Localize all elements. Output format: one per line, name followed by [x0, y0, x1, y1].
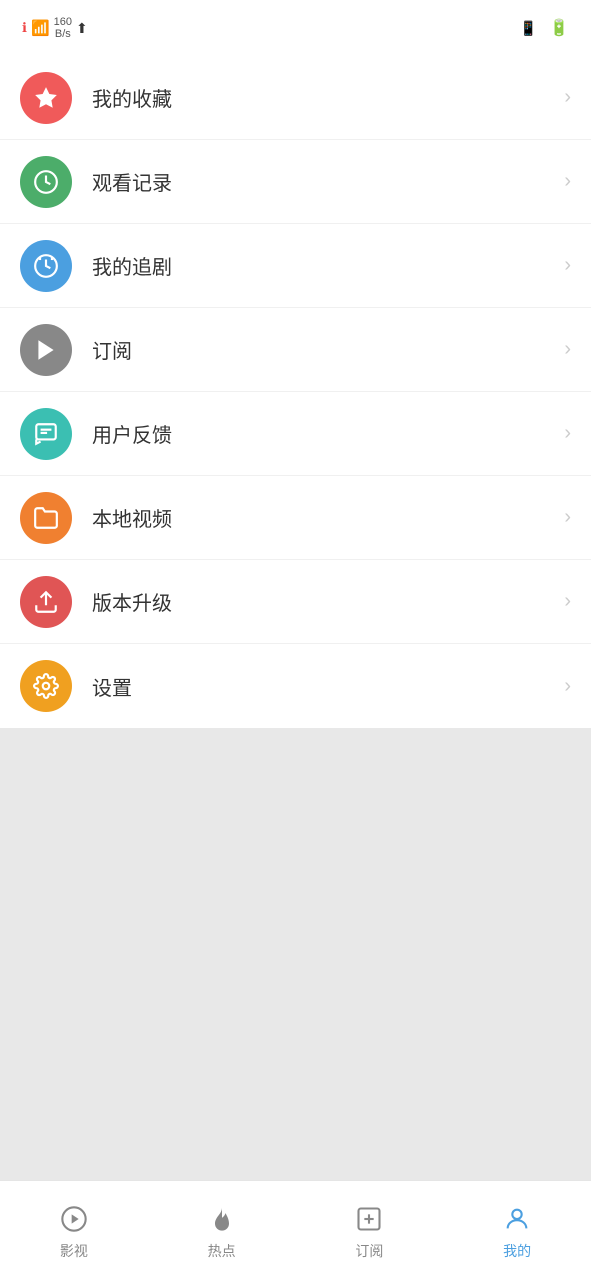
bottom-nav: 影视 热点 订阅 我的 [0, 1180, 591, 1280]
gray-area [0, 728, 591, 1180]
menu-item-history[interactable]: 观看记录 › [0, 140, 591, 224]
status-bar: ℹ 📶 160 B/s ⬆ 📱 🔋 [0, 0, 591, 56]
nav-icon-hot [204, 1201, 240, 1237]
menu-item-favorites[interactable]: 我的收藏 › [0, 56, 591, 140]
menu-label-history: 观看记录 [92, 167, 564, 196]
chevron-icon-favorites: › [564, 86, 571, 109]
menu-item-local-video[interactable]: 本地视频 › [0, 476, 591, 560]
menu-list: 我的收藏 › 观看记录 › 我的追剧 › 订阅 › 用户反馈 › [0, 56, 591, 728]
menu-icon-feedback [20, 408, 72, 460]
chevron-icon-local-video: › [564, 506, 571, 529]
chevron-icon-feedback: › [564, 422, 571, 445]
menu-label-favorites: 我的收藏 [92, 83, 564, 112]
nav-icon-videos [56, 1201, 92, 1237]
menu-item-update[interactable]: 版本升级 › [0, 560, 591, 644]
chevron-icon-following: › [564, 254, 571, 277]
menu-label-local-video: 本地视频 [92, 503, 564, 532]
battery-icon: 🔋 [549, 18, 569, 38]
nav-item-mine[interactable]: 我的 [443, 1201, 591, 1261]
menu-icon-settings [20, 660, 72, 712]
nav-icon-mine [499, 1201, 535, 1237]
menu-label-update: 版本升级 [92, 587, 564, 616]
main-content: 我的收藏 › 观看记录 › 我的追剧 › 订阅 › 用户反馈 › [0, 56, 591, 1180]
menu-icon-favorites [20, 72, 72, 124]
menu-label-feedback: 用户反馈 [92, 419, 564, 448]
menu-label-subscription: 订阅 [92, 335, 564, 364]
nav-icon-subscribe [351, 1201, 387, 1237]
menu-icon-following [20, 240, 72, 292]
nav-label-subscribe: 订阅 [355, 1241, 383, 1261]
upload-icon: ⬆ [76, 20, 88, 37]
wifi-icon: 📶 [31, 19, 50, 37]
menu-label-settings: 设置 [92, 672, 564, 701]
menu-item-feedback[interactable]: 用户反馈 › [0, 392, 591, 476]
menu-icon-local-video [20, 492, 72, 544]
nav-item-subscribe[interactable]: 订阅 [296, 1201, 444, 1261]
chevron-icon-history: › [564, 170, 571, 193]
nav-item-videos[interactable]: 影视 [0, 1201, 148, 1261]
chevron-icon-settings: › [564, 675, 571, 698]
nav-label-videos: 影视 [60, 1241, 88, 1261]
chevron-icon-update: › [564, 590, 571, 613]
menu-label-following: 我的追剧 [92, 251, 564, 280]
menu-item-settings[interactable]: 设置 › [0, 644, 591, 728]
menu-icon-subscription [20, 324, 72, 376]
phone-icon: 📱 [520, 20, 537, 37]
menu-icon-update [20, 576, 72, 628]
nav-item-hot[interactable]: 热点 [148, 1201, 296, 1261]
nav-label-hot: 热点 [208, 1241, 236, 1261]
menu-icon-history [20, 156, 72, 208]
nav-label-mine: 我的 [503, 1241, 531, 1261]
menu-item-subscription[interactable]: 订阅 › [0, 308, 591, 392]
menu-item-following[interactable]: 我的追剧 › [0, 224, 591, 308]
alert-icon: ℹ [22, 20, 27, 36]
chevron-icon-subscription: › [564, 338, 571, 361]
